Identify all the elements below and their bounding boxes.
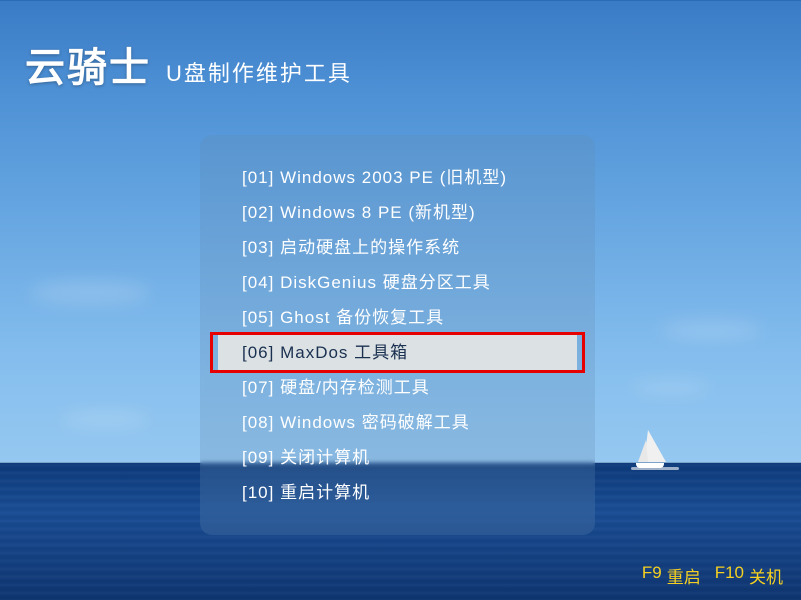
menu-item-02[interactable]: [02] Windows 8 PE (新机型) bbox=[200, 195, 595, 230]
menu-item-label: [04] DiskGenius 硬盘分区工具 bbox=[200, 265, 595, 300]
hint-key: F9 bbox=[642, 563, 662, 588]
hint-reboot: F9 重启 bbox=[642, 563, 701, 588]
menu-item-06[interactable]: [06] MaxDos 工具箱 bbox=[218, 335, 577, 370]
sailboat-decoration bbox=[636, 430, 676, 475]
menu-item-05[interactable]: [05] Ghost 备份恢复工具 bbox=[200, 300, 595, 335]
brand-subtitle: U盘制作维护工具 bbox=[166, 56, 352, 88]
menu-item-label: [08] Windows 密码破解工具 bbox=[200, 405, 595, 440]
menu-item-label: [10] 重启计算机 bbox=[200, 475, 595, 510]
menu-item-09[interactable]: [09] 关闭计算机 bbox=[200, 440, 595, 475]
menu-item-label: [02] Windows 8 PE (新机型) bbox=[200, 195, 595, 230]
menu-item-label: [03] 启动硬盘上的操作系统 bbox=[200, 230, 595, 265]
menu-item-07[interactable]: [07] 硬盘/内存检测工具 bbox=[200, 370, 595, 405]
hint-key: F10 bbox=[715, 563, 744, 588]
menu-item-label: [01] Windows 2003 PE (旧机型) bbox=[200, 160, 595, 195]
menu-item-03[interactable]: [03] 启动硬盘上的操作系统 bbox=[200, 230, 595, 265]
menu-item-10[interactable]: [10] 重启计算机 bbox=[200, 475, 595, 510]
hint-label: 重启 bbox=[667, 563, 701, 588]
brand-header: 云骑士 U盘制作维护工具 bbox=[25, 35, 352, 93]
menu-item-label: [07] 硬盘/内存检测工具 bbox=[200, 370, 595, 405]
footer-hints: F9 重启 F10 关机 bbox=[642, 563, 783, 588]
menu-item-04[interactable]: [04] DiskGenius 硬盘分区工具 bbox=[200, 265, 595, 300]
menu-item-label: [09] 关闭计算机 bbox=[200, 440, 595, 475]
hint-shutdown: F10 关机 bbox=[715, 563, 783, 588]
hint-label: 关机 bbox=[749, 563, 783, 588]
menu-item-08[interactable]: [08] Windows 密码破解工具 bbox=[200, 405, 595, 440]
menu-item-01[interactable]: [01] Windows 2003 PE (旧机型) bbox=[200, 160, 595, 195]
boot-menu-panel: [01] Windows 2003 PE (旧机型) [02] Windows … bbox=[200, 135, 595, 535]
brand-logo: 云骑士 bbox=[25, 35, 151, 93]
menu-item-label: [06] MaxDos 工具箱 bbox=[218, 335, 577, 370]
menu-item-label: [05] Ghost 备份恢复工具 bbox=[200, 300, 595, 335]
